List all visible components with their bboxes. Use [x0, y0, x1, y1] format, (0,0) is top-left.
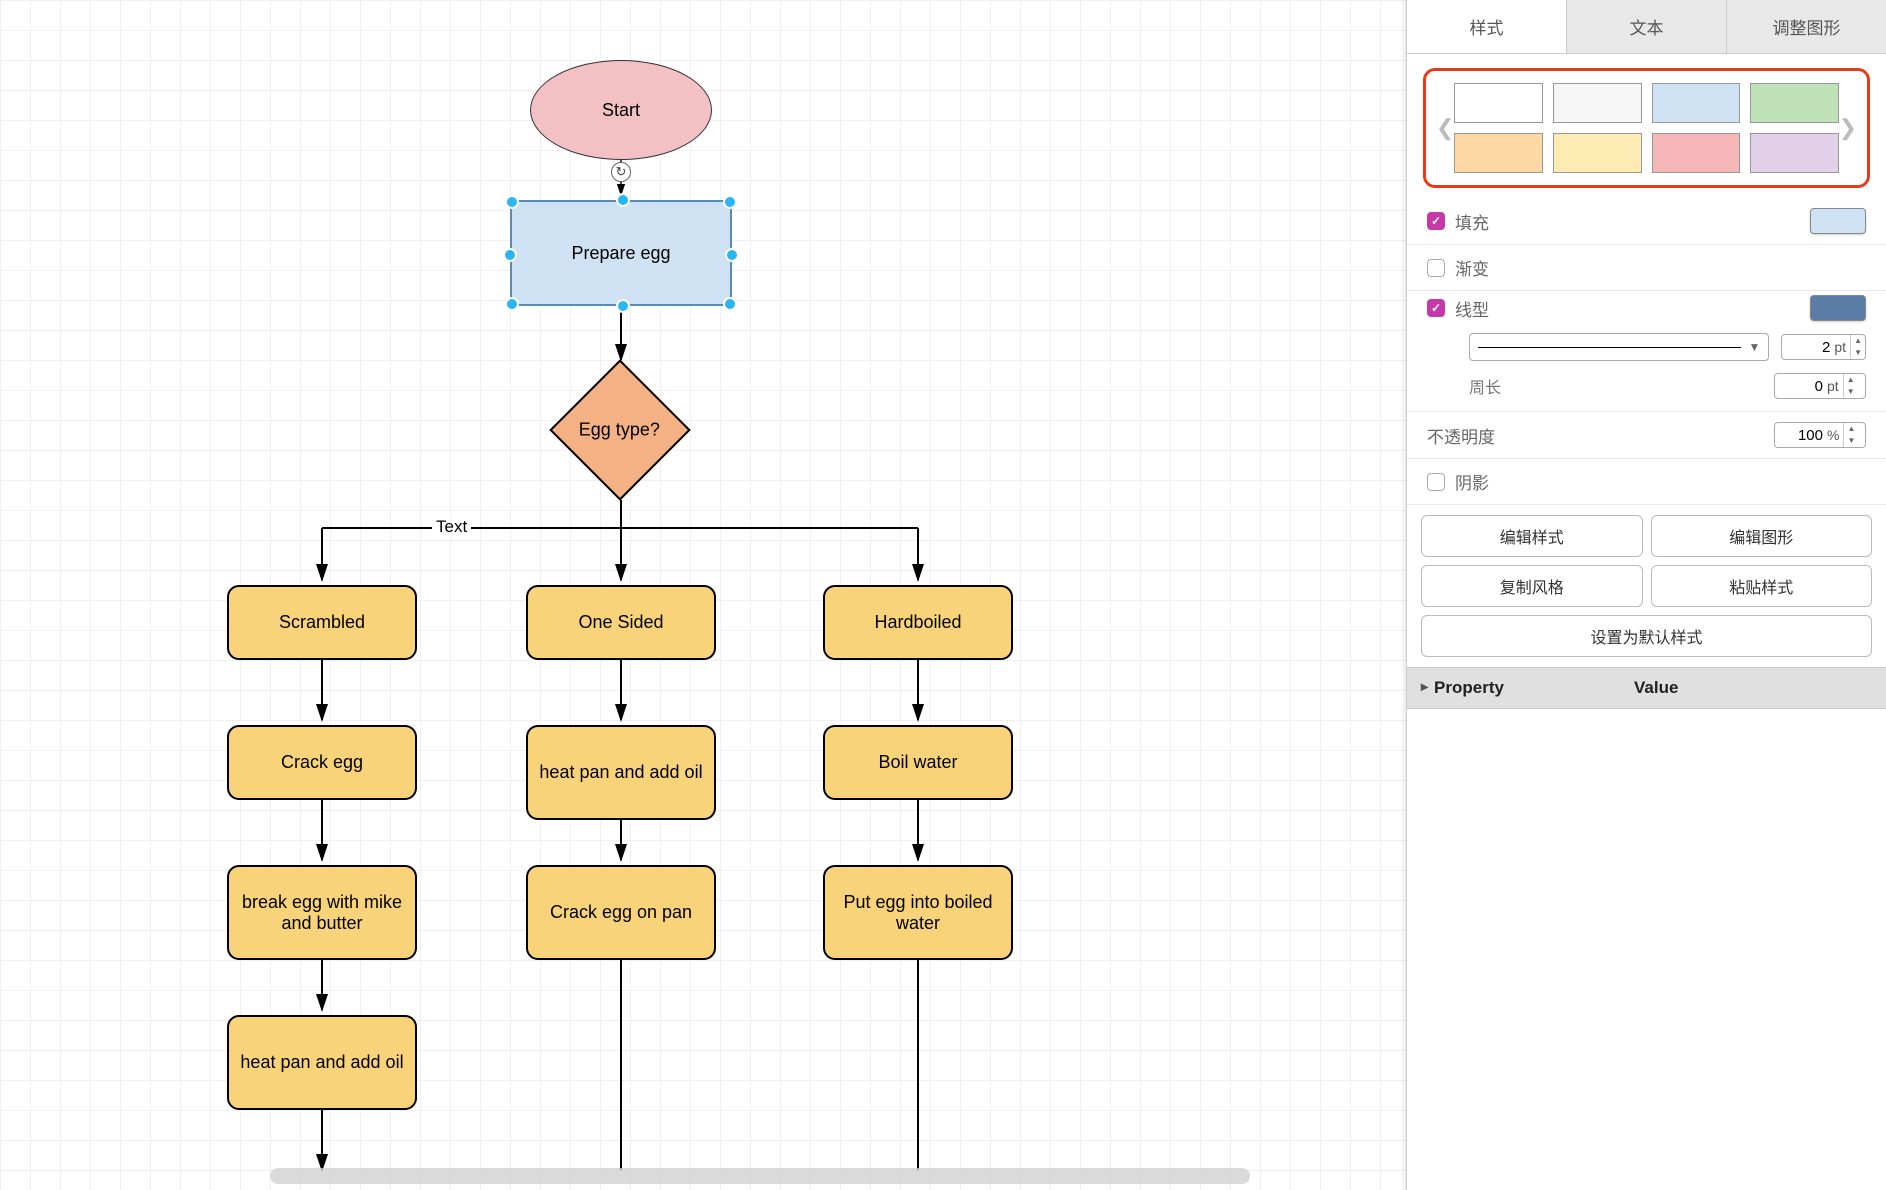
row-opacity: 不透明度 % ▲▼ [1407, 412, 1886, 459]
row-gradient: 渐变 [1407, 245, 1886, 291]
tab-arrange[interactable]: 调整图形 [1727, 0, 1886, 53]
selection-handle[interactable] [616, 193, 630, 207]
node-start-label: Start [602, 100, 640, 121]
row-shadow: 阴影 [1407, 459, 1886, 505]
line-style-select[interactable]: ▼ [1469, 333, 1769, 361]
checkbox-shadow[interactable] [1427, 473, 1445, 491]
tab-style[interactable]: 样式 [1407, 0, 1567, 53]
node-scrambled[interactable]: Scrambled [227, 585, 417, 660]
btn-copy-style[interactable]: 复制风格 [1421, 565, 1643, 607]
selection-handle[interactable] [725, 248, 739, 262]
label-fill: 填充 [1455, 209, 1489, 234]
swatch-purple[interactable] [1750, 133, 1839, 173]
selection-handle[interactable] [505, 195, 519, 209]
label-perimeter: 周长 [1469, 374, 1501, 398]
node-put-egg[interactable]: Put egg into boiled water [823, 865, 1013, 960]
node-heat-pan-2[interactable]: heat pan and add oil [526, 725, 716, 820]
col-property: Property [1434, 678, 1634, 698]
selection-handle[interactable] [503, 248, 517, 262]
node-break-egg[interactable]: break egg with mike and butter [227, 865, 417, 960]
swatch-yellow[interactable] [1553, 133, 1642, 173]
selection-handle[interactable] [505, 297, 519, 311]
swatch-grid [1454, 83, 1839, 173]
stepper-opacity[interactable]: ▲▼ [1843, 423, 1858, 447]
node-hardboiled[interactable]: Hardboiled [823, 585, 1013, 660]
tab-text[interactable]: 文本 [1567, 0, 1727, 53]
btn-edit-style[interactable]: 编辑样式 [1421, 515, 1643, 557]
checkbox-fill[interactable] [1427, 212, 1445, 230]
node-boil-water[interactable]: Boil water [823, 725, 1013, 800]
node-crack-on-pan[interactable]: Crack egg on pan [526, 865, 716, 960]
unit-pt: pt [1834, 339, 1850, 355]
checkbox-line[interactable] [1427, 299, 1445, 317]
properties-header: ▸ Property Value [1407, 667, 1886, 709]
node-prepare-egg[interactable]: Prepare egg [510, 200, 732, 306]
node-crack-egg[interactable]: Crack egg [227, 725, 417, 800]
btn-set-default[interactable]: 设置为默认样式 [1421, 615, 1872, 657]
opacity-input[interactable] [1775, 427, 1827, 444]
opacity-input-wrap: % ▲▼ [1774, 422, 1866, 448]
swatch-green[interactable] [1750, 83, 1839, 123]
swatch-orange[interactable] [1454, 133, 1543, 173]
rotate-handle-icon[interactable]: ↻ [611, 162, 631, 182]
style-buttons: 编辑样式 编辑图形 复制风格 粘贴样式 设置为默认样式 [1407, 505, 1886, 667]
swatch-prev-icon[interactable]: ❮ [1432, 111, 1458, 145]
format-sidebar: 样式 文本 调整图形 ❮ ❯ 填充 渐变 线型 [1406, 0, 1886, 1190]
horizontal-scrollbar[interactable] [270, 1168, 1250, 1184]
row-line-style: ▼ pt ▲▼ [1407, 327, 1886, 367]
edge-label-text[interactable]: Text [432, 517, 471, 537]
row-fill: 填充 [1407, 198, 1886, 245]
node-egg-type[interactable]: Egg type? [549, 359, 690, 500]
fill-color-button[interactable] [1810, 208, 1866, 234]
selection-handle[interactable] [723, 297, 737, 311]
btn-paste-style[interactable]: 粘贴样式 [1651, 565, 1873, 607]
label-line: 线型 [1455, 296, 1489, 321]
line-color-button[interactable] [1810, 295, 1866, 321]
line-width-input[interactable] [1782, 339, 1834, 356]
node-heat-pan-1[interactable]: heat pan and add oil [227, 1015, 417, 1110]
perimeter-input-wrap: pt ▲▼ [1774, 373, 1866, 399]
label-gradient: 渐变 [1455, 255, 1489, 280]
btn-edit-shape[interactable]: 编辑图形 [1651, 515, 1873, 557]
swatch-next-icon[interactable]: ❯ [1835, 111, 1861, 145]
selection-handle[interactable] [723, 195, 737, 209]
node-one-sided[interactable]: One Sided [526, 585, 716, 660]
swatch-lightgray[interactable] [1553, 83, 1642, 123]
label-shadow: 阴影 [1455, 469, 1489, 494]
label-opacity: 不透明度 [1427, 423, 1495, 448]
node-egg-type-label: Egg type? [579, 420, 660, 441]
sidebar-tabs: 样式 文本 调整图形 [1407, 0, 1886, 54]
swatch-red[interactable] [1652, 133, 1741, 173]
row-perimeter: 周长 pt ▲▼ [1407, 367, 1886, 412]
canvas[interactable]: Start ↻ Prepare egg Egg type? Text Scram… [0, 0, 1406, 1190]
stepper-line-width[interactable]: ▲▼ [1850, 335, 1865, 359]
swatch-blue[interactable] [1652, 83, 1741, 123]
row-line: 线型 [1407, 291, 1886, 327]
node-prepare-label: Prepare egg [571, 243, 670, 264]
stepper-perimeter[interactable]: ▲▼ [1843, 374, 1858, 398]
disclosure-triangle-icon[interactable]: ▸ [1421, 678, 1428, 698]
chevron-down-icon: ▼ [1749, 340, 1761, 354]
node-start[interactable]: Start [530, 60, 712, 160]
line-preview [1478, 347, 1741, 348]
swatch-white[interactable] [1454, 83, 1543, 123]
style-swatches-highlighted: ❮ ❯ [1423, 68, 1870, 188]
selection-handle[interactable] [616, 299, 630, 313]
perimeter-input[interactable] [1775, 378, 1827, 395]
checkbox-gradient[interactable] [1427, 259, 1445, 277]
line-width-input-wrap: pt ▲▼ [1781, 334, 1866, 360]
col-value: Value [1634, 678, 1678, 698]
